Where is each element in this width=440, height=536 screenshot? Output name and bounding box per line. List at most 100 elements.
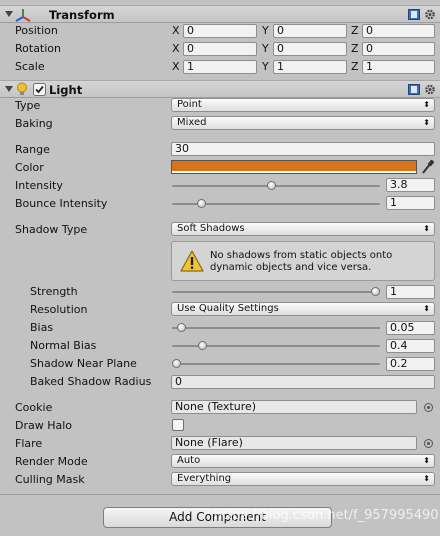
baking-value: Mixed — [177, 117, 207, 128]
gear-icon[interactable] — [424, 84, 436, 95]
axis-y-label[interactable]: Y — [262, 60, 269, 73]
color-label: Color — [15, 161, 44, 174]
shadow-near-plane-slider-track[interactable] — [172, 363, 380, 365]
intensity-field[interactable]: 3.8 — [386, 178, 435, 192]
dropdown-arrows-icon: ⬍ — [423, 224, 430, 233]
culling-mask-dropdown[interactable]: Everything ⬍ — [171, 472, 435, 486]
bias-field[interactable]: 0.05 — [386, 321, 435, 335]
axis-z-label[interactable]: Z — [351, 60, 359, 73]
warning-text: No shadows from static objects onto dyna… — [210, 250, 392, 274]
component-title: Light — [49, 83, 83, 97]
resolution-value: Use Quality Settings — [177, 303, 279, 314]
component-title: Transform — [49, 8, 115, 22]
axis-x-label[interactable]: X — [172, 24, 180, 37]
transform-axes-icon — [15, 9, 31, 22]
range-field[interactable]: 30 — [171, 142, 435, 156]
dropdown-arrows-icon: ⬍ — [423, 118, 430, 127]
scale-x-field[interactable]: 1 — [183, 60, 257, 74]
dropdown-arrows-icon: ⬍ — [423, 304, 430, 313]
baking-label: Baking — [15, 117, 53, 130]
help-book-icon[interactable] — [408, 9, 420, 20]
dropdown-arrows-icon: ⬍ — [423, 456, 430, 465]
lightbulb-icon — [17, 82, 27, 95]
scale-label: Scale — [15, 60, 45, 73]
position-x-field[interactable]: 0 — [183, 24, 257, 38]
render-mode-value: Auto — [177, 455, 201, 466]
axis-x-label[interactable]: X — [172, 60, 180, 73]
shadow-type-dropdown[interactable]: Soft Shadows ⬍ — [171, 222, 435, 236]
object-picker-icon[interactable] — [424, 403, 433, 412]
type-label: Type — [15, 99, 41, 112]
draw-halo-checkbox[interactable] — [172, 419, 184, 431]
bounce-intensity-slider-thumb[interactable] — [196, 199, 206, 208]
scale-y-field[interactable]: 1 — [273, 60, 347, 74]
axis-y-label[interactable]: Y — [262, 42, 269, 55]
bias-slider-track[interactable] — [172, 327, 380, 329]
intensity-label: Intensity — [15, 179, 63, 192]
component-enabled-checkbox[interactable] — [33, 83, 46, 96]
position-z-field[interactable]: 0 — [362, 24, 435, 38]
strength-slider-track[interactable] — [172, 291, 380, 293]
warning-help-box: No shadows from static objects onto dyna… — [171, 241, 435, 281]
render-mode-dropdown[interactable]: Auto ⬍ — [171, 454, 435, 468]
draw-halo-label: Draw Halo — [15, 419, 73, 432]
transform-header[interactable]: Transform — [0, 5, 440, 23]
type-dropdown[interactable]: Point ⬍ — [171, 98, 435, 112]
scale-z-field[interactable]: 1 — [362, 60, 435, 74]
bias-slider-thumb[interactable] — [176, 323, 186, 332]
shadow-near-plane-field[interactable]: 0.2 — [386, 357, 435, 371]
rotation-z-field[interactable]: 0 — [362, 42, 435, 56]
shadow-near-plane-label: Shadow Near Plane — [30, 357, 137, 370]
dropdown-arrows-icon: ⬍ — [423, 474, 430, 483]
rotation-y-field[interactable]: 0 — [273, 42, 347, 56]
color-swatch[interactable] — [171, 160, 417, 174]
gear-icon[interactable] — [424, 9, 436, 20]
axis-z-label[interactable]: Z — [351, 42, 359, 55]
baked-shadow-radius-label: Baked Shadow Radius — [30, 375, 152, 388]
strength-field[interactable]: 1 — [386, 285, 435, 299]
bias-label: Bias — [30, 321, 54, 334]
rotation-label: Rotation — [15, 42, 62, 55]
light-header[interactable]: Light — [0, 80, 440, 98]
shadow-near-plane-slider-thumb[interactable] — [172, 359, 181, 368]
resolution-label: Resolution — [30, 303, 88, 316]
rotation-x-field[interactable]: 0 — [183, 42, 257, 56]
normal-bias-field[interactable]: 0.4 — [386, 339, 435, 353]
intensity-slider-track[interactable] — [172, 185, 380, 187]
bounce-intensity-label: Bounce Intensity — [15, 197, 108, 210]
shadow-type-label: Shadow Type — [15, 223, 88, 236]
object-picker-icon[interactable] — [424, 439, 433, 448]
axis-z-label[interactable]: Z — [351, 24, 359, 37]
baking-dropdown[interactable]: Mixed ⬍ — [171, 116, 435, 130]
bounce-intensity-field[interactable]: 1 — [386, 196, 435, 210]
axis-y-label[interactable]: Y — [262, 24, 269, 37]
shadow-type-value: Soft Shadows — [177, 223, 245, 234]
warning-icon — [180, 250, 204, 272]
foldout-arrow-icon[interactable] — [5, 86, 13, 92]
render-mode-label: Render Mode — [15, 455, 88, 468]
type-value: Point — [177, 99, 202, 110]
warning-line-1: No shadows from static objects onto — [210, 250, 393, 261]
position-label: Position — [15, 24, 58, 37]
warning-line-2: dynamic objects and vice versa. — [210, 262, 372, 273]
strength-slider-thumb[interactable] — [371, 287, 380, 296]
eyedropper-icon[interactable] — [421, 159, 435, 175]
flare-label: Flare — [15, 437, 43, 450]
culling-mask-value: Everything — [177, 473, 232, 484]
watermark-text: https://blog.csdn.net/f_957995490 — [214, 508, 439, 523]
culling-mask-label: Culling Mask — [15, 473, 85, 486]
baked-shadow-radius-field[interactable]: 0 — [171, 375, 435, 389]
position-y-field[interactable]: 0 — [273, 24, 347, 38]
flare-object-field[interactable]: None (Flare) — [171, 436, 417, 450]
foldout-arrow-icon[interactable] — [5, 11, 13, 17]
normal-bias-slider-thumb[interactable] — [198, 341, 208, 350]
divider — [0, 494, 440, 495]
intensity-slider-thumb[interactable] — [266, 181, 276, 190]
axis-x-label[interactable]: X — [172, 42, 180, 55]
cookie-label: Cookie — [15, 401, 53, 414]
normal-bias-label: Normal Bias — [30, 339, 97, 352]
help-book-icon[interactable] — [408, 84, 420, 95]
range-label: Range — [15, 143, 50, 156]
cookie-object-field[interactable]: None (Texture) — [171, 400, 417, 414]
resolution-dropdown[interactable]: Use Quality Settings ⬍ — [171, 302, 435, 316]
